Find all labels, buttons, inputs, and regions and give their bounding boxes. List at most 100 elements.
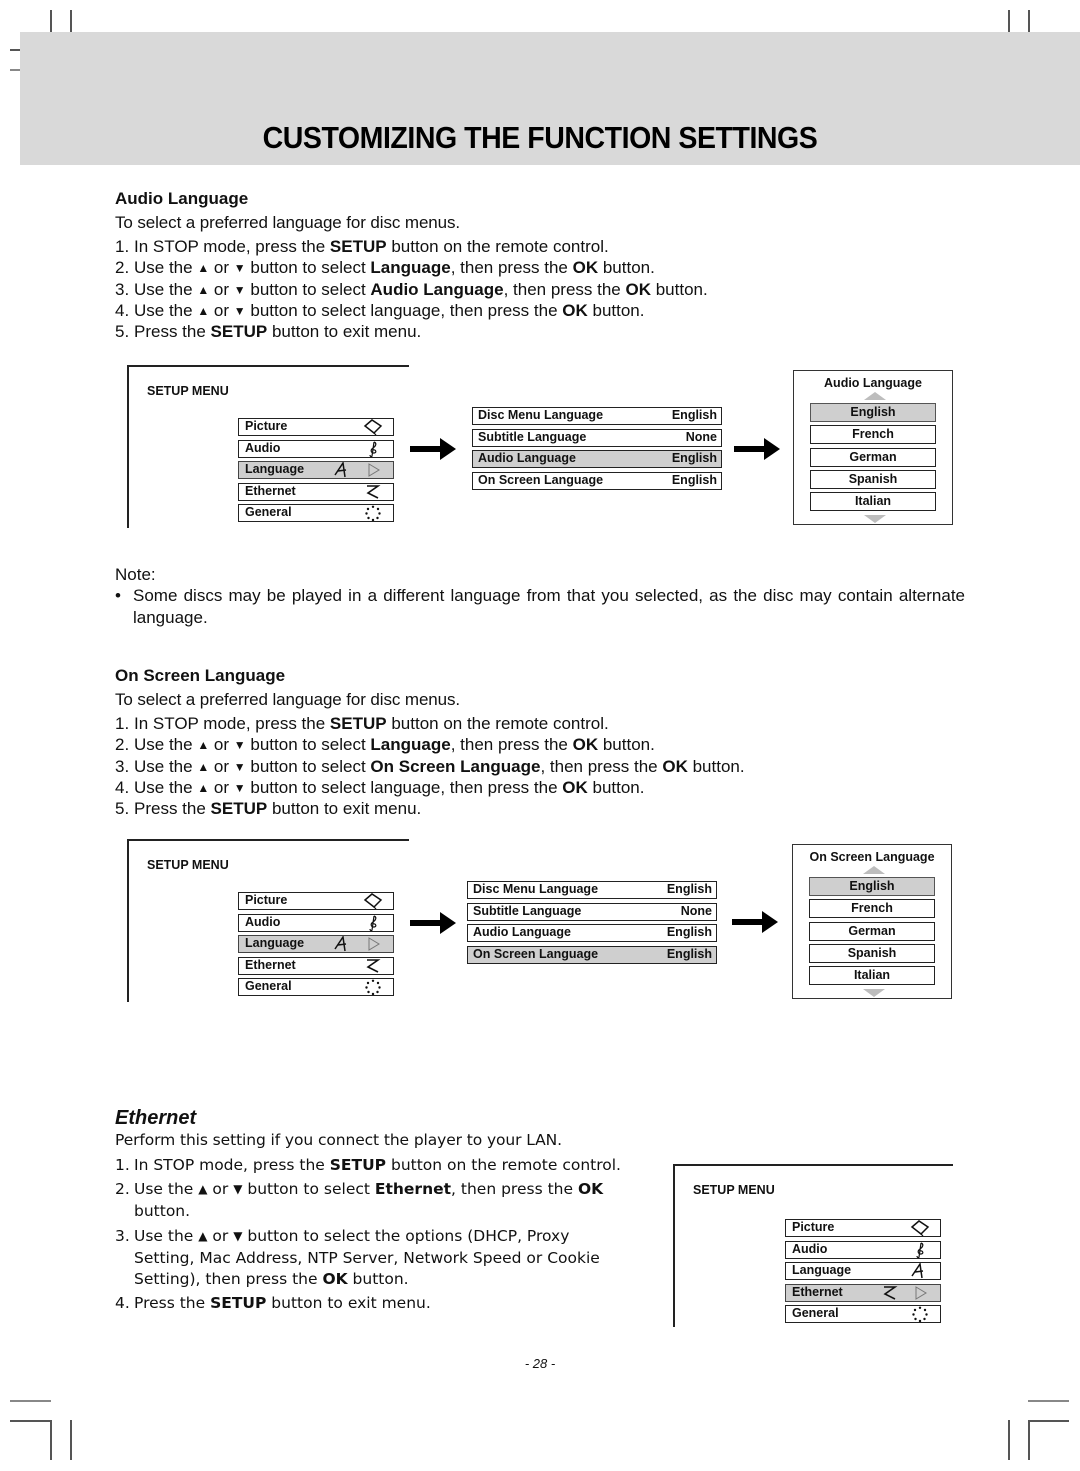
menu-item-picture[interactable]: Picture xyxy=(238,418,394,436)
menu-item-language[interactable]: Language xyxy=(785,1261,941,1280)
arrow-right-icon xyxy=(732,911,778,933)
step-text: or xyxy=(207,1227,234,1245)
step-text: Use the xyxy=(134,735,198,755)
language-option[interactable]: English xyxy=(809,877,935,896)
menu-item-picture[interactable]: Picture xyxy=(785,1219,941,1237)
menu-item-general[interactable]: General xyxy=(785,1305,941,1323)
menu-item-label: Ethernet xyxy=(245,483,296,498)
language-option[interactable]: German xyxy=(810,447,936,467)
step-text: Use the xyxy=(134,756,198,776)
menu-item-label: General xyxy=(245,979,292,993)
step-text: button to select xyxy=(245,735,371,755)
step-text: Use the xyxy=(134,1180,199,1198)
language-option[interactable]: German xyxy=(809,921,935,941)
language-option[interactable]: Spanish xyxy=(809,943,935,963)
crop-mark xyxy=(1028,1420,1069,1422)
menu-item-audio[interactable]: Audio xyxy=(238,439,394,458)
language-option[interactable]: Italian xyxy=(809,966,935,986)
step-text: or xyxy=(207,1180,234,1198)
menu-item-ethernet[interactable]: Ethernet xyxy=(785,1283,941,1302)
menu-item-label: General xyxy=(245,505,292,519)
menu-item-label: Language xyxy=(245,462,305,476)
step-text: button. xyxy=(650,279,708,299)
menu-item-general[interactable]: General xyxy=(238,978,394,996)
menu-item-audio[interactable]: Audio xyxy=(238,913,394,932)
step-keyword: OK xyxy=(322,1270,348,1288)
scroll-down-icon[interactable] xyxy=(864,515,886,523)
submenu-item[interactable]: Disc Menu Language English xyxy=(472,407,722,425)
language-option[interactable]: English xyxy=(810,403,936,422)
menu-item-label: Audio xyxy=(792,1241,828,1256)
language-option[interactable]: Spanish xyxy=(810,469,936,489)
step-text: , then press the xyxy=(503,279,626,299)
step-keyword: Language xyxy=(370,735,451,755)
instruction-step-line: Setting), then press the OK button. xyxy=(115,1270,409,1288)
crop-mark xyxy=(1008,1420,1010,1460)
step-text: Use the xyxy=(134,1227,199,1245)
submenu-item-label: Subtitle Language xyxy=(478,429,587,444)
step-text: button to exit menu. xyxy=(266,1294,431,1312)
note-label: Note: xyxy=(115,565,156,584)
scroll-up-icon[interactable] xyxy=(864,392,886,400)
submenu-item[interactable]: Audio Language English xyxy=(472,450,722,468)
page-title: CUSTOMIZING THE FUNCTION SETTINGS xyxy=(262,120,818,155)
play-right-icon xyxy=(367,463,381,477)
submenu-item[interactable]: Disc Menu Language English xyxy=(467,881,717,899)
scroll-down-icon[interactable] xyxy=(863,989,885,997)
instruction-step-line: 1. In STOP mode, press the SETUP button o… xyxy=(115,1156,621,1174)
menu-item-language[interactable]: Language xyxy=(238,460,394,479)
step-number: 3. xyxy=(115,756,130,776)
menu-item-label: Picture xyxy=(245,419,288,433)
step-number: 5. xyxy=(115,799,130,819)
scroll-up-icon[interactable] xyxy=(863,866,885,874)
language-option[interactable]: French xyxy=(809,899,935,919)
step-text: or xyxy=(209,777,234,797)
submenu-item[interactable]: Audio Language English xyxy=(467,924,717,942)
menu-item-ethernet[interactable]: Ethernet xyxy=(238,956,394,975)
step-text: button to exit menu. xyxy=(267,322,422,342)
step-text: button. xyxy=(587,777,645,797)
submenu-item[interactable]: Subtitle Language None xyxy=(467,902,717,921)
step-number: 5. xyxy=(115,322,130,342)
bullet: • xyxy=(115,586,121,605)
down-arrow-icon: ▼ xyxy=(233,303,246,318)
instruction-step-line: button. xyxy=(115,1202,190,1220)
submenu-item[interactable]: On Screen Language English xyxy=(467,945,717,964)
menu-item-picture[interactable]: Picture xyxy=(238,892,394,910)
step-text: or xyxy=(209,258,234,278)
section-heading-on-screen-language: On Screen Language xyxy=(115,666,286,685)
language-option[interactable]: French xyxy=(810,425,936,445)
menu-item-ethernet[interactable]: Ethernet xyxy=(238,482,394,501)
step-text: Press the xyxy=(134,1294,211,1312)
audio-icon xyxy=(363,914,383,931)
up-arrow-icon: ▲ xyxy=(197,282,210,297)
step-text: , then press the xyxy=(540,756,663,776)
up-arrow-icon: ▲ xyxy=(198,1229,208,1243)
step-keyword: Ethernet xyxy=(374,1180,452,1198)
step-text: Setting, Mac Address, NTP Server, Networ… xyxy=(134,1249,600,1267)
step-keyword: OK xyxy=(562,777,588,797)
step-text: In STOP mode, press the xyxy=(134,237,330,256)
submenu-item[interactable]: On Screen Language English xyxy=(472,471,722,490)
step-text: or xyxy=(209,279,234,299)
step-text: button. xyxy=(598,258,655,278)
language-options-title: On Screen Language xyxy=(809,850,935,864)
menu-item-language[interactable]: Language xyxy=(238,934,394,953)
submenu-item-label: Disc Menu Language xyxy=(473,882,599,896)
instruction-step: 3. Use the ▲ or ▼ button to select On Scr… xyxy=(115,757,745,777)
step-text: , then press the xyxy=(451,1180,578,1198)
instruction-step: 4. Use the ▲ or ▼ button to select langua… xyxy=(115,301,644,321)
step-number: 4. xyxy=(115,777,130,797)
up-arrow-icon: ▲ xyxy=(197,261,210,276)
menu-item-label: Language xyxy=(792,1263,852,1277)
submenu-item[interactable]: Subtitle Language None xyxy=(472,428,722,447)
audio-icon xyxy=(910,1241,930,1258)
step-text: button. xyxy=(347,1270,409,1288)
down-arrow-icon: ▼ xyxy=(233,780,246,795)
language-options-list: English French German Spanish Italian xyxy=(809,877,935,988)
submenu-item-label: Subtitle Language xyxy=(473,903,582,918)
menu-item-audio[interactable]: Audio xyxy=(785,1240,941,1259)
picture-icon xyxy=(910,1220,930,1237)
language-option[interactable]: Italian xyxy=(810,492,936,512)
menu-item-general[interactable]: General xyxy=(238,504,394,522)
